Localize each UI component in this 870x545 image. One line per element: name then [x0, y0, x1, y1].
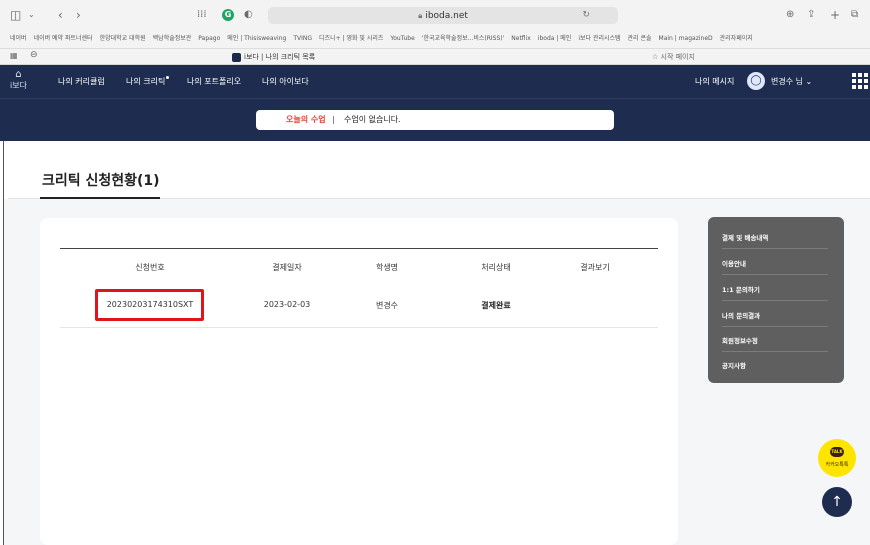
- grammarly-icon[interactable]: G: [222, 9, 234, 21]
- chevron-down-icon: ⌄: [805, 77, 813, 86]
- bookmark-list: 네이버 네이버 예약 파트너센터 한양대학교 대학원 백남학술정보관 Papago 메인 …: [10, 30, 760, 48]
- highlight-box: [95, 289, 204, 321]
- active-tab[interactable]: i보다 | 나의 크리틱 목록: [232, 51, 315, 63]
- bookmark-item[interactable]: iboda | 메인: [538, 35, 572, 42]
- table-header-line: [60, 248, 658, 249]
- bookmark-item[interactable]: Netflix: [511, 35, 531, 42]
- browser-chrome: ◫ ⌄ ‹ › ⁞⁞⁞ G ◐ 🔒︎ iboda.net ↻ ⊕ ⇪ + ⧉ 네이…: [0, 0, 870, 65]
- side-menu-item-notices[interactable]: 공지사항: [722, 360, 828, 370]
- divider: [722, 248, 828, 249]
- bookmark-item[interactable]: 한양대학교 대학원: [100, 35, 146, 42]
- title-underline: [40, 197, 160, 199]
- bookmark-item[interactable]: Main | magazineD: [659, 35, 713, 42]
- side-menu-item-inquiry[interactable]: 1:1 문의하기: [722, 284, 828, 294]
- divider: [722, 274, 828, 275]
- table-row-divider: [60, 327, 658, 328]
- bookmark-item[interactable]: 네이버 예약 파트너센터: [34, 35, 93, 42]
- nav-item-my-iboda[interactable]: 나의 아이보다: [262, 65, 309, 98]
- tab-strip: ▦ ⊖ i보다 | 나의 크리틱 목록 ☆ 시작 페이지: [0, 48, 870, 65]
- tab-overview-icon[interactable]: ⧉: [851, 0, 858, 30]
- bookmark-item[interactable]: 디즈니+ | 영화 및 시리즈: [319, 35, 383, 42]
- side-menu-item-guide[interactable]: 이용안내: [722, 258, 828, 268]
- table-header-student-name: 학생명: [375, 263, 399, 272]
- side-menu-item-edit-profile[interactable]: 회원정보수정: [722, 335, 828, 345]
- home-logo[interactable]: ⌂ i보다: [10, 69, 27, 91]
- side-menu-item-payments[interactable]: 결제 및 배송내역: [722, 232, 828, 242]
- nav-item-critique[interactable]: 나의 크리틱: [126, 65, 170, 98]
- shield-icon[interactable]: ◐: [244, 0, 253, 30]
- divider: [722, 351, 828, 352]
- cell-student-name: 변경수: [375, 301, 399, 310]
- home-icon: ⌂: [15, 69, 22, 80]
- divider: [722, 326, 828, 327]
- site-favicon-icon: [232, 52, 241, 62]
- today-class-label: 오늘의 수업: [286, 115, 326, 124]
- divider: [722, 300, 828, 301]
- reload-icon[interactable]: ↻: [582, 7, 590, 24]
- bookmark-item[interactable]: Papago: [198, 35, 220, 42]
- new-tab-icon[interactable]: +: [830, 0, 840, 30]
- kakao-talk-button[interactable]: TALK 카카오톡톡: [818, 439, 856, 477]
- url-bar[interactable]: 🔒︎ iboda.net ↻: [268, 7, 618, 24]
- user-menu[interactable]: 변경수 님 ⌄: [771, 65, 812, 98]
- arrow-up-icon: ↑: [831, 494, 843, 510]
- bookmark-item[interactable]: 관리자페이지: [720, 35, 753, 42]
- bookmark-item[interactable]: YouTube: [390, 35, 414, 42]
- bookmark-item[interactable]: 메인 | Thisisweaving: [227, 35, 286, 42]
- today-class-strip: 오늘의 수업 | 수업이 없습니다.: [0, 98, 870, 141]
- side-menu: 결제 및 배송내역 이용안내 1:1 문의하기 나의 문의결과 회원정보수정 공…: [708, 217, 844, 383]
- bookmark-item[interactable]: i보다 관리시스템: [578, 35, 620, 42]
- scroll-top-button[interactable]: ↑: [822, 487, 852, 517]
- circle-minus-icon[interactable]: ⊖: [30, 50, 38, 60]
- reader-icon[interactable]: ▦: [10, 51, 18, 60]
- nav-item-curriculum[interactable]: 나의 커리큘럼: [58, 65, 105, 98]
- lock-icon: 🔒︎: [418, 11, 423, 20]
- kakao-talk-icon: TALK: [830, 447, 844, 457]
- browser-toolbar: ◫ ⌄ ‹ › ⁞⁞⁞ G ◐ 🔒︎ iboda.net ↻ ⊕ ⇪ + ⧉: [0, 0, 870, 30]
- menu-grid-icon[interactable]: [852, 73, 868, 89]
- start-page-tab[interactable]: ☆ 시작 페이지: [652, 51, 695, 63]
- bookmark-item[interactable]: 관리 콘솔: [628, 35, 652, 42]
- table-header-result: 결과보기: [580, 263, 610, 272]
- today-class-message: 수업이 없습니다.: [344, 115, 401, 124]
- forward-arrow-icon[interactable]: ›: [76, 0, 81, 30]
- sidebar-toggle-icon[interactable]: ◫: [10, 0, 21, 30]
- download-icon[interactable]: ⊕: [786, 0, 794, 30]
- notification-dot-icon: [166, 76, 170, 79]
- back-arrow-icon[interactable]: ‹: [58, 0, 63, 30]
- nav-item-portfolio[interactable]: 나의 포트폴리오: [187, 65, 241, 98]
- page-title: 크리틱 신청현황(1): [42, 173, 160, 189]
- today-class-box: 오늘의 수업 | 수업이 없습니다.: [256, 110, 614, 130]
- cell-status: 결제완료: [481, 301, 511, 310]
- divider: |: [332, 115, 335, 124]
- bookmarks-bar: 네이버 네이버 예약 파트너센터 한양대학교 대학원 백남학술정보관 Papago 메인 …: [0, 30, 870, 48]
- side-menu-item-inquiry-results[interactable]: 나의 문의결과: [722, 310, 828, 320]
- bookmark-item[interactable]: 네이버: [10, 35, 27, 42]
- star-icon: ☆: [652, 53, 659, 61]
- site-header: ⌂ i보다 나의 커리큘럼 나의 크리틱 나의 포트폴리오 나의 아이보다 나의…: [0, 65, 870, 98]
- nav-messages-link[interactable]: 나의 메시지: [695, 65, 734, 98]
- user-avatar-icon[interactable]: ◯: [747, 72, 765, 90]
- table-header-application-no: 신청번호: [135, 263, 165, 272]
- share-icon[interactable]: ⇪: [807, 0, 815, 30]
- bookmark-item[interactable]: TVING: [293, 35, 312, 42]
- bookmark-item[interactable]: '한국교육학술정보...비스(RISS)': [422, 35, 504, 42]
- app-grid-icon[interactable]: ⁞⁞⁞: [197, 0, 207, 30]
- bookmark-item[interactable]: 백남학술정보관: [153, 35, 192, 42]
- chevron-down-icon[interactable]: ⌄: [28, 0, 35, 30]
